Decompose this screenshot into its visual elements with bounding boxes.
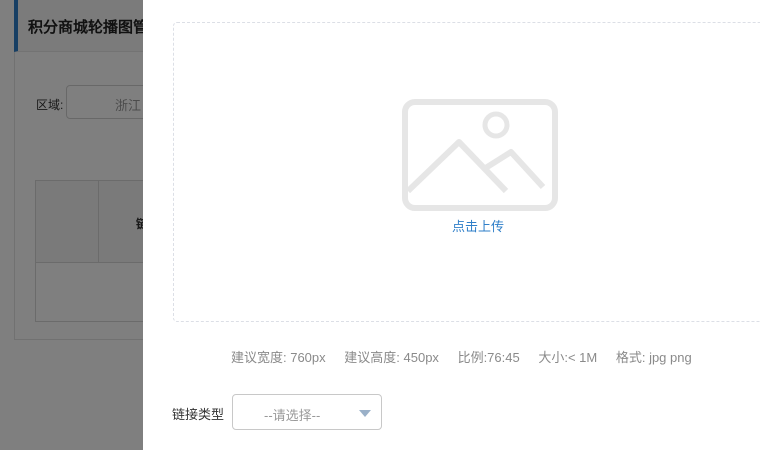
chevron-down-icon	[359, 410, 371, 417]
link-type-select[interactable]: --请选择--	[232, 394, 382, 430]
upload-hints: 建议宽度: 760px 建议高度: 450px 比例:76:45 大小:< 1M…	[231, 347, 707, 366]
link-type-placeholder: --请选择--	[264, 408, 321, 423]
image-placeholder-icon	[402, 99, 558, 211]
hint-format: 格式: jpg png	[615, 350, 692, 365]
link-type-label: 链接类型	[172, 407, 225, 422]
image-upload-area[interactable]: 点击上传	[173, 22, 760, 322]
upload-dialog: 点击上传 建议宽度: 760px 建议高度: 450px 比例:76:45 大小…	[143, 0, 760, 450]
hint-size: 大小:< 1M	[538, 350, 598, 365]
hint-height: 建议高度: 450px	[344, 350, 439, 365]
hint-ratio: 比例:76:45	[457, 350, 520, 365]
upload-link[interactable]: 点击上传	[452, 216, 504, 235]
hint-width: 建议宽度: 760px	[231, 350, 326, 365]
